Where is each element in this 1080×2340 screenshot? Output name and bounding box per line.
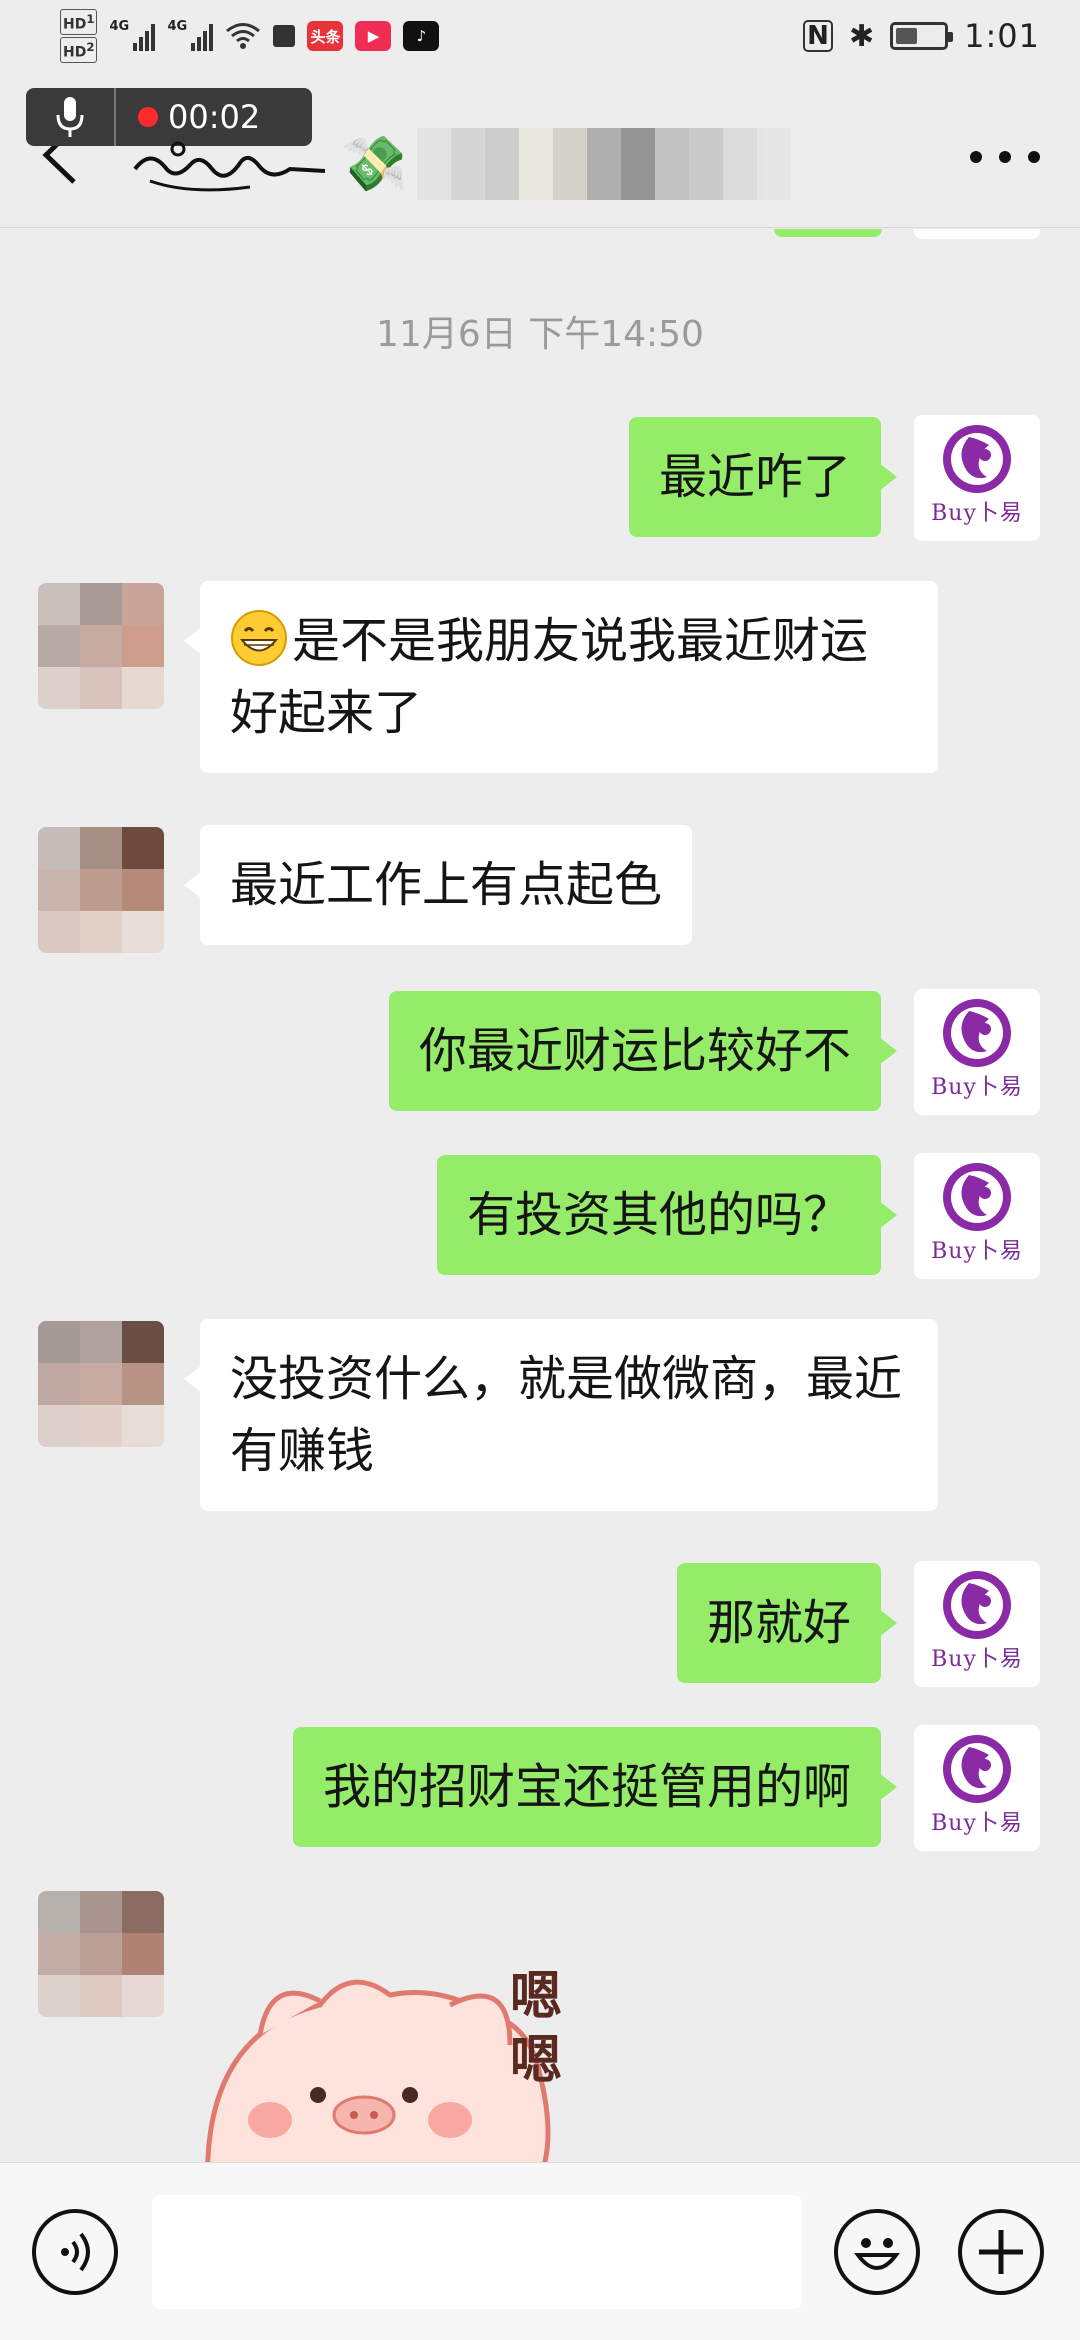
voice-input-icon bbox=[61, 2232, 90, 2272]
toutiao-icon: 头条 bbox=[307, 21, 344, 51]
message-input[interactable] bbox=[152, 2195, 802, 2309]
network-type-label: 4G bbox=[109, 19, 130, 34]
contact-avatar[interactable] bbox=[38, 1321, 164, 1447]
message-text: 你最近财运比较好不 bbox=[418, 1023, 851, 1079]
status-time: 1:01 bbox=[964, 17, 1040, 55]
microphone-icon bbox=[26, 88, 116, 146]
my-avatar[interactable]: Buy卜易 bbox=[914, 1153, 1040, 1279]
blurred-name-mosaic bbox=[417, 128, 792, 200]
more-options-button[interactable] bbox=[970, 132, 1040, 182]
video-app-icon: ▶ bbox=[355, 21, 392, 51]
contact-avatar[interactable] bbox=[38, 1891, 164, 2017]
buy-boyi-logo-icon bbox=[943, 425, 1011, 493]
message-text: 是不是我朋友说我最近财运好起来了 bbox=[230, 613, 869, 741]
hd1-label: HD1 bbox=[60, 9, 98, 35]
chat-title[interactable]: 💸 bbox=[130, 124, 792, 204]
tiktok-icon: ♪ bbox=[403, 21, 440, 51]
more-functions-button[interactable] bbox=[958, 2209, 1044, 2295]
status-left: HD1 HD2 4G 4G 头条 ▶ ♪ bbox=[60, 8, 440, 64]
sticker-text: 嗯嗯 bbox=[510, 1967, 563, 2091]
message-bubble-received[interactable]: 是不是我朋友说我最近财运好起来了 bbox=[184, 581, 938, 773]
brand-name: Buy卜易 bbox=[931, 1239, 1023, 1264]
message-bubble-sent[interactable]: 我的招财宝还挺管用的啊 bbox=[292, 1727, 898, 1847]
chat-header: 00:02 💸 bbox=[0, 72, 1080, 228]
nfc-icon: N bbox=[803, 20, 833, 52]
emoji-icon bbox=[854, 2238, 900, 2270]
network-type-label: 4G bbox=[167, 19, 188, 34]
message-input-bar bbox=[0, 2162, 1080, 2340]
emoji-button[interactable] bbox=[834, 2209, 920, 2295]
voice-input-button[interactable] bbox=[32, 2209, 118, 2295]
more-dots-icon bbox=[970, 151, 982, 163]
grinning-face-icon bbox=[231, 610, 287, 666]
my-avatar[interactable]: Buy卜易 bbox=[914, 415, 1040, 541]
buy-boyi-logo-icon bbox=[943, 1163, 1011, 1231]
message-bubble-sent[interactable]: 那就好 bbox=[676, 1563, 898, 1683]
brand-name: Buy卜易 bbox=[931, 1075, 1023, 1100]
hd-indicators: HD1 HD2 bbox=[60, 8, 98, 63]
wifi-icon bbox=[225, 22, 261, 50]
signal-1-icon: 4G bbox=[109, 19, 156, 51]
message-text: 最近工作上有点起色 bbox=[230, 857, 663, 913]
previous-message-bubble[interactable] bbox=[774, 229, 882, 237]
my-avatar[interactable]: Buy卜易 bbox=[914, 1561, 1040, 1687]
buy-boyi-logo-icon bbox=[943, 1571, 1011, 1639]
message-bubble-received[interactable]: 没投资什么，就是做微商，最近有赚钱 bbox=[184, 1319, 938, 1511]
message-timestamp: 11月6日 下午14:50 bbox=[376, 314, 704, 355]
battery-icon bbox=[890, 22, 954, 50]
brand-name: Buy卜易 bbox=[931, 501, 1023, 526]
brand-name: Buy卜易 bbox=[931, 1647, 1023, 1672]
message-text: 最近咋了 bbox=[658, 449, 851, 505]
chat-message-list[interactable]: 11月6日 下午14:50 最近咋了 Buy卜易 是不是我朋友说我最近财运好起来… bbox=[0, 229, 1080, 2162]
message-bubble-sent[interactable]: 你最近财运比较好不 bbox=[388, 991, 898, 1111]
my-avatar[interactable]: Buy卜易 bbox=[914, 1725, 1040, 1851]
plus-icon bbox=[979, 2230, 1023, 2274]
message-bubble-received[interactable]: 最近工作上有点起色 bbox=[183, 825, 693, 945]
message-text: 有投资其他的吗？ bbox=[466, 1187, 851, 1243]
status-bar: HD1 HD2 4G 4G 头条 ▶ ♪ N ✱ 1:01 bbox=[0, 0, 1080, 72]
wechat-chat-screen: HD1 HD2 4G 4G 头条 ▶ ♪ N ✱ 1:01 00:02 💸 11… bbox=[0, 0, 1080, 2340]
previous-avatar[interactable] bbox=[914, 229, 1040, 239]
signal-2-icon: 4G bbox=[167, 19, 214, 51]
message-text: 没投资什么，就是做微商，最近有赚钱 bbox=[230, 1351, 903, 1479]
hd2-label: HD2 bbox=[60, 37, 98, 63]
my-avatar[interactable]: Buy卜易 bbox=[914, 989, 1040, 1115]
contact-avatar[interactable] bbox=[38, 827, 164, 953]
contact-name-signature bbox=[133, 141, 326, 192]
brand-name: Buy卜易 bbox=[931, 1811, 1023, 1836]
notification-square-icon bbox=[273, 25, 296, 47]
message-bubble-sent[interactable]: 有投资其他的吗？ bbox=[436, 1155, 898, 1275]
buy-boyi-logo-icon bbox=[943, 999, 1011, 1067]
message-text: 我的招财宝还挺管用的啊 bbox=[322, 1759, 851, 1815]
contact-avatar[interactable] bbox=[38, 583, 164, 709]
message-text: 那就好 bbox=[706, 1595, 851, 1651]
money-with-wings-icon: 💸 bbox=[340, 132, 408, 195]
status-right: N ✱ 1:01 bbox=[803, 14, 1040, 58]
buy-boyi-logo-icon bbox=[943, 1735, 1011, 1803]
message-bubble-sent[interactable]: 最近咋了 bbox=[628, 417, 898, 537]
bluetooth-icon: ✱ bbox=[849, 18, 875, 54]
